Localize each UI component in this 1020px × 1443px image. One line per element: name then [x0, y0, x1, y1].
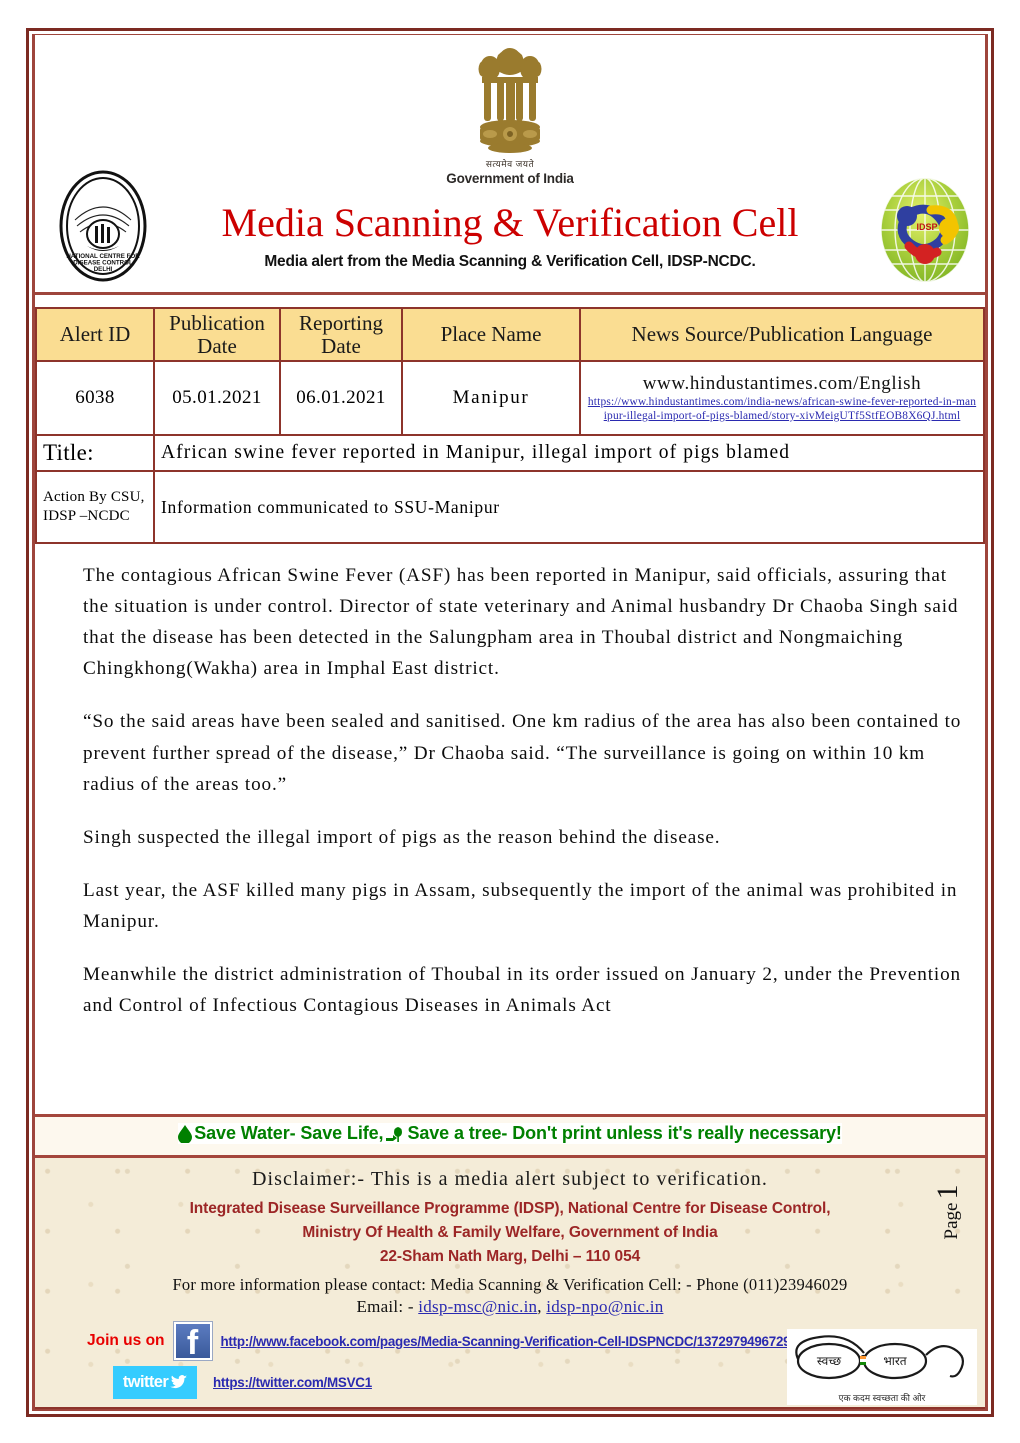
- email-label: Email: -: [356, 1297, 419, 1316]
- idsp-globe-logo-icon: IDSP: [880, 177, 970, 283]
- contact-line: For more information please contact: Med…: [172, 1275, 848, 1294]
- article-paragraph: Singh suspected the illegal import of pi…: [83, 826, 721, 848]
- swachh-caption: एक कदम स्वच्छता की ओर: [838, 1393, 926, 1403]
- join-us-label: Join us on: [87, 1332, 165, 1349]
- table-row: 6038 05.01.2021 06.01.2021 Manipur www.h…: [35, 360, 985, 437]
- column-header-alert-id: Alert ID: [35, 306, 155, 363]
- page-content: सत्यमेव जयते Government of India NATIONA…: [26, 28, 994, 1417]
- document-header: सत्यमेव जयते Government of India NATIONA…: [35, 35, 985, 299]
- emblem-motto: सत्यमेव जयते: [485, 159, 535, 169]
- page-subtitle: Media alert from the Media Scanning & Ve…: [264, 252, 756, 270]
- article-paragraph: Meanwhile the district administration of…: [83, 963, 961, 1017]
- save-water-text-part2: Save a tree- Don't print unless it's rea…: [407, 1123, 842, 1144]
- save-water-banner: Save Water- Save Life, Save a tree- Don'…: [35, 1114, 985, 1158]
- page-label: Page: [941, 1202, 962, 1240]
- title-center: Media Scanning & Verification Cell Media…: [35, 199, 985, 271]
- cell-reporting-date: 06.01.2021: [279, 360, 403, 437]
- facebook-icon[interactable]: f: [173, 1322, 212, 1363]
- email-separator: ,: [537, 1297, 547, 1316]
- email-link-msc[interactable]: idsp-msc@nic.in: [418, 1297, 537, 1316]
- page-title: Media Scanning & Verification Cell: [221, 199, 799, 245]
- article-paragraph: “So the said areas have been sealed and …: [83, 711, 962, 795]
- facebook-f-glyph: f: [186, 1324, 199, 1363]
- column-header-news-source: News Source/Publication Language: [579, 306, 985, 363]
- twitter-badge-label: twitter: [122, 1373, 169, 1391]
- alert-details-table: Alert ID Publication Date Reporting Date…: [35, 306, 985, 545]
- news-source-link[interactable]: https://www.hindustantimes.com/india-new…: [587, 396, 977, 423]
- document-footer: Save Water- Save Life, Save a tree- Don'…: [35, 1114, 985, 1409]
- cell-publication-date: 05.01.2021: [153, 360, 281, 437]
- article-paragraph: Last year, the ASF killed many pigs in A…: [83, 879, 958, 932]
- title-row: NATIONAL CENTRE FOR DISEASE CONTROL DELH…: [35, 170, 985, 284]
- swachh-bharat-glasses-icon: स्वच्छ भारत: [795, 1335, 965, 1380]
- column-header-place-name: Place Name: [401, 306, 581, 363]
- org-line-2: Ministry Of Health & Family Welfare, Gov…: [302, 1223, 718, 1241]
- tree-icon: [386, 1126, 403, 1142]
- government-of-india-label: Government of India: [446, 171, 574, 186]
- swachh-bharat-logo: स्वच्छ भारत एक कदम स्वच्छता की ओर: [787, 1329, 977, 1405]
- twitter-link[interactable]: https://twitter.com/MSVC1: [213, 1375, 372, 1390]
- save-water-text-part1: Save Water- Save Life,: [194, 1123, 384, 1144]
- email-line: Email: - idsp-msc@nic.in, idsp-npo@nic.i…: [45, 1297, 975, 1317]
- ncdc-logo-icon: NATIONAL CENTRE FOR DISEASE CONTROL DELH…: [59, 170, 147, 282]
- column-header-publication-date: Publication Date: [153, 306, 281, 363]
- title-row-entry: Title: African swine fever reported in M…: [35, 434, 985, 473]
- action-row-entry: Action By CSU, IDSP –NCDC Information co…: [35, 470, 985, 545]
- national-emblem-block: सत्यमेव जयते Government of India: [35, 35, 985, 186]
- twitter-bird-icon: [170, 1375, 188, 1389]
- save-water-banner-text: Save Water- Save Life, Save a tree- Don'…: [178, 1123, 842, 1145]
- cell-place-name: Manipur: [401, 360, 581, 437]
- document-page: सत्यमेव जयते Government of India NATIONA…: [0, 0, 1020, 1443]
- label-title: Title:: [35, 434, 155, 473]
- column-header-reporting-date: Reporting Date: [279, 306, 403, 363]
- cell-alert-id: 6038: [35, 360, 155, 437]
- value-title: African swine fever reported in Manipur,…: [153, 434, 985, 473]
- facebook-link[interactable]: http://www.facebook.com/pages/Media-Scan…: [221, 1334, 805, 1349]
- article-paragraph: The contagious African Swine Fever (ASF)…: [83, 565, 959, 680]
- water-drop-icon: [178, 1124, 193, 1143]
- article-body: The contagious African Swine Fever (ASF)…: [35, 544, 985, 1114]
- page-number-marker: Page 1: [925, 1164, 969, 1260]
- svg-text:DELHI: DELHI: [94, 266, 113, 273]
- page-number: 1: [931, 1184, 964, 1200]
- ashoka-emblem-icon: [478, 48, 542, 153]
- footer-body: Disclaimer:- This is a media alert subje…: [35, 1158, 985, 1409]
- bharat-text: भारत: [883, 1354, 907, 1368]
- email-link-npo[interactable]: idsp-npo@nic.in: [546, 1297, 663, 1316]
- swachh-text: स्वच्छ: [817, 1354, 841, 1368]
- disclaimer-text: Disclaimer:- This is a media alert subje…: [251, 1167, 769, 1190]
- header-divider: [35, 292, 985, 295]
- label-action-by: Action By CSU, IDSP –NCDC: [35, 470, 155, 545]
- table-header-row: Alert ID Publication Date Reporting Date…: [35, 306, 985, 363]
- value-action-by: Information communicated to SSU-Manipur: [153, 470, 985, 545]
- twitter-icon[interactable]: twitter: [113, 1366, 197, 1399]
- org-line-1: Integrated Disease Surveillance Programm…: [189, 1199, 831, 1217]
- cell-news-source: www.hindustantimes.com/English https://w…: [579, 360, 985, 437]
- news-source-name: www.hindustantimes.com/English: [642, 373, 922, 395]
- idsp-logo-text: IDSP: [916, 222, 937, 232]
- org-line-3: 22-Sham Nath Marg, Delhi – 110 054: [379, 1247, 641, 1265]
